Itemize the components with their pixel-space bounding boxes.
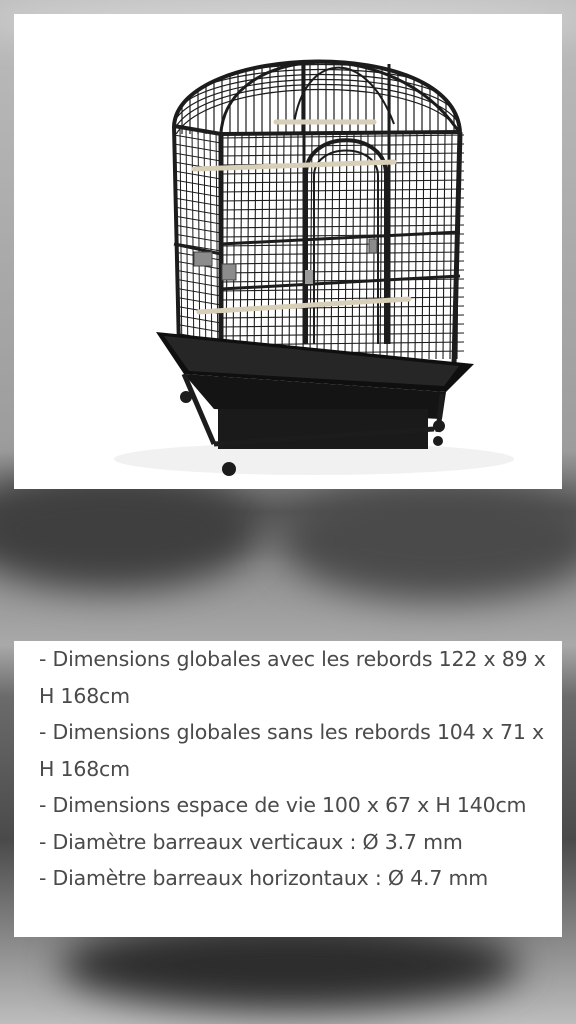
- cage-wire: [174, 179, 221, 189]
- cage-wire: [174, 34, 460, 50]
- cage-wire: [442, 134, 446, 359]
- cage-wire: [174, 143, 221, 153]
- cage-wire: [421, 134, 425, 359]
- specification-list: - Dimensions globales avec les rebords 1…: [39, 641, 554, 897]
- blurred-background: [280, 480, 576, 600]
- cage-wire: [221, 332, 464, 337]
- cage-wire: [174, 170, 221, 180]
- cage-wire: [221, 152, 464, 157]
- specification-line: - Diamètre barreaux horizontaux : Ø 4.7 …: [39, 866, 489, 890]
- cage-wire: [215, 126, 219, 369]
- cage-wire: [221, 197, 464, 202]
- cage-wire: [221, 179, 464, 184]
- cage-wire: [221, 206, 464, 211]
- cage-wire: [449, 134, 453, 359]
- cage-wire: [174, 78, 460, 123]
- cage-wire: [221, 188, 464, 193]
- cage-wire: [407, 134, 411, 359]
- cage-wire: [174, 314, 221, 324]
- cage-wire: [221, 323, 464, 328]
- cage-wire: [221, 269, 464, 274]
- cage-wire: [174, 39, 460, 58]
- cage-wire: [174, 134, 221, 144]
- product-description-card: - Dimensions globales avec les rebords 1…: [14, 641, 562, 937]
- cage-dome-arch: [293, 66, 395, 125]
- cage-wire: [174, 323, 221, 333]
- cage-wire: [221, 260, 464, 265]
- cage-wire: [174, 152, 221, 162]
- cage-wire: [435, 134, 439, 359]
- specification-line: - Diamètre barreaux verticaux : Ø 3.7 mm: [39, 829, 463, 854]
- bird-cage-image: [114, 34, 514, 476]
- cage-wire: [221, 170, 464, 175]
- cage-wire: [221, 224, 464, 229]
- cage-wire: [221, 296, 464, 301]
- product-photo-card: [14, 14, 562, 489]
- cage-base: [156, 332, 474, 449]
- screen: - Dimensions globales avec les rebords 1…: [0, 0, 576, 1024]
- cage-wire: [414, 134, 418, 359]
- cage-wire: [428, 134, 432, 359]
- cage-wire: [221, 143, 464, 148]
- specification-line: - Dimensions globales avec les rebords 1…: [39, 647, 546, 708]
- specification-line: - Dimensions globales sans les rebords 1…: [39, 720, 544, 781]
- specification-line: - Dimensions espace de vie 100 x 67 x H …: [39, 793, 527, 817]
- cage-wire: [221, 314, 464, 319]
- cage-wire: [221, 251, 464, 256]
- cage-wire: [309, 134, 313, 359]
- cage-wire: [221, 215, 464, 220]
